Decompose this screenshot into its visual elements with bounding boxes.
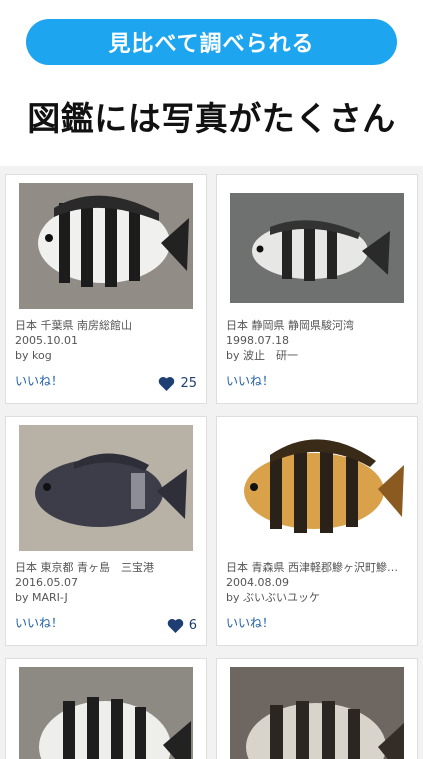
photo-card[interactable]: 日本 千葉県 南房総館山 2005.10.01 by kog いいね！ 25 bbox=[5, 174, 207, 404]
heart-icon bbox=[167, 618, 183, 633]
feature-banner: 見比べて調べられる bbox=[26, 19, 397, 65]
fish-photo[interactable] bbox=[230, 183, 404, 309]
card-location: 日本 静岡県 静岡県駿河湾 bbox=[226, 319, 354, 332]
photo-card[interactable] bbox=[216, 658, 418, 759]
photo-card[interactable]: 日本 青森県 西津軽郡鰺ヶ沢町鰺… 2004.08.09 by ぶいぶいユッケ … bbox=[216, 416, 418, 646]
heart-icon bbox=[159, 376, 175, 391]
like-button[interactable]: いいね！ bbox=[226, 614, 274, 631]
like-count-value: 25 bbox=[180, 376, 197, 391]
card-author[interactable]: by kog bbox=[15, 348, 200, 363]
card-location: 日本 東京都 青ヶ島 三宝港 bbox=[15, 561, 154, 574]
card-author[interactable]: by MARI-J bbox=[15, 590, 200, 605]
fish-photo[interactable] bbox=[19, 425, 193, 551]
like-count-value: 6 bbox=[188, 618, 197, 633]
photo-grid: 日本 千葉県 南房総館山 2005.10.01 by kog いいね！ 25 日… bbox=[0, 166, 423, 759]
like-count: 6 bbox=[167, 618, 197, 633]
card-author[interactable]: by 波止 研一 bbox=[226, 348, 411, 363]
card-meta: 日本 東京都 青ヶ島 三宝港 2016.05.07 by MARI-J bbox=[15, 560, 200, 605]
card-meta: 日本 静岡県 静岡県駿河湾 1998.07.18 by 波止 研一 bbox=[226, 318, 411, 363]
card-date: 1998.07.18 bbox=[226, 334, 289, 347]
fish-photo[interactable] bbox=[19, 667, 193, 759]
card-date: 2004.08.09 bbox=[226, 576, 289, 589]
card-date: 2016.05.07 bbox=[15, 576, 78, 589]
card-location: 日本 千葉県 南房総館山 bbox=[15, 319, 132, 332]
like-count: 25 bbox=[158, 376, 197, 391]
fish-photo[interactable] bbox=[230, 425, 404, 551]
card-meta: 日本 青森県 西津軽郡鰺ヶ沢町鰺… 2004.08.09 by ぶいぶいユッケ bbox=[226, 560, 411, 605]
fish-photo[interactable] bbox=[19, 183, 193, 309]
like-button[interactable]: いいね！ bbox=[15, 614, 63, 631]
like-button[interactable]: いいね！ bbox=[226, 372, 274, 389]
card-meta: 日本 千葉県 南房総館山 2005.10.01 by kog bbox=[15, 318, 200, 363]
card-author[interactable]: by ぶいぶいユッケ bbox=[226, 590, 411, 605]
card-date: 2005.10.01 bbox=[15, 334, 78, 347]
like-button[interactable]: いいね！ bbox=[15, 372, 63, 389]
photo-card[interactable]: 日本 東京都 青ヶ島 三宝港 2016.05.07 by MARI-J いいね！… bbox=[5, 416, 207, 646]
page-headline: 図鑑には写真がたくさん bbox=[27, 99, 396, 138]
fish-photo[interactable] bbox=[230, 667, 404, 759]
photo-card[interactable] bbox=[5, 658, 207, 759]
card-location: 日本 青森県 西津軽郡鰺ヶ沢町鰺… bbox=[226, 561, 398, 574]
photo-card[interactable]: 日本 静岡県 静岡県駿河湾 1998.07.18 by 波止 研一 いいね！ bbox=[216, 174, 418, 404]
